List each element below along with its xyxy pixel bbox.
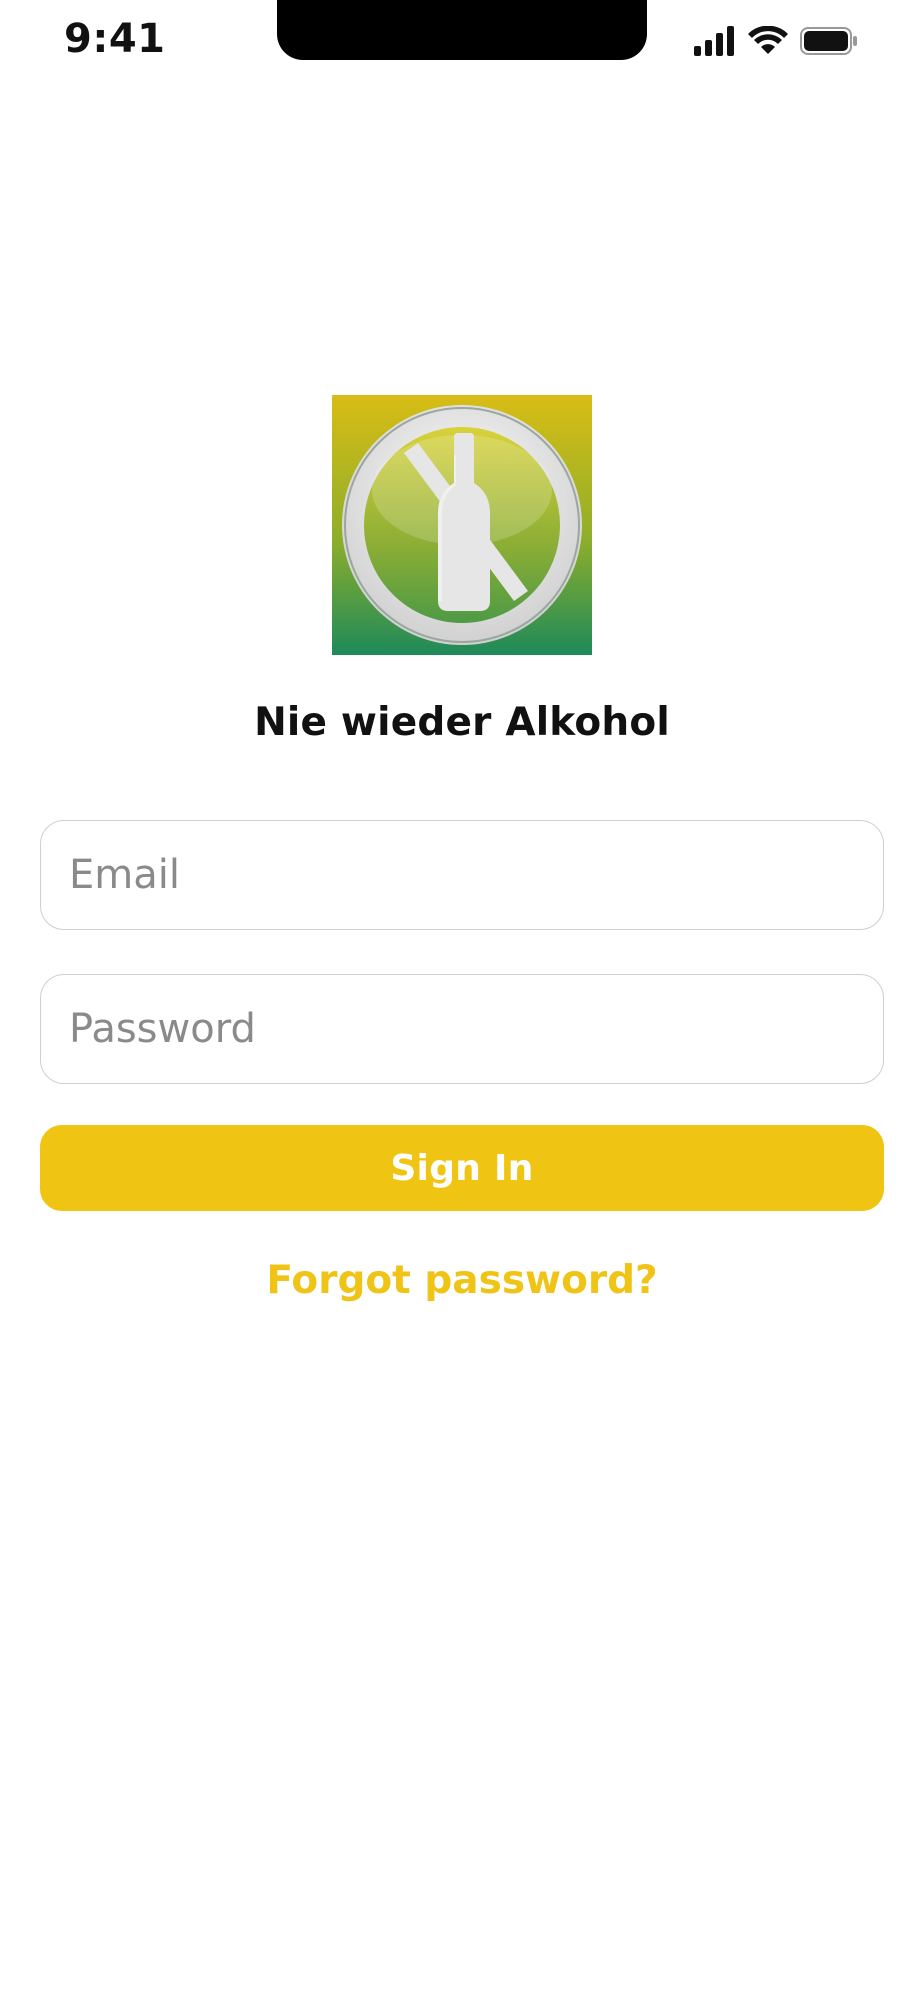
email-field[interactable] — [40, 820, 884, 930]
no-alcohol-bottle-icon — [332, 395, 592, 655]
sign-in-button[interactable]: Sign In — [40, 1125, 884, 1211]
app-title: Nie wieder Alkohol — [254, 700, 670, 745]
forgot-password-link[interactable]: Forgot password? — [0, 1258, 924, 1303]
password-field[interactable] — [40, 974, 884, 1084]
app-logo — [332, 395, 592, 655]
status-icons — [694, 26, 858, 56]
battery-icon — [800, 26, 858, 56]
status-time: 9:41 — [64, 16, 166, 62]
device-notch — [277, 0, 647, 60]
signal-icon — [694, 26, 736, 56]
wifi-icon — [748, 26, 788, 56]
status-bar: 9:41 — [0, 0, 924, 90]
